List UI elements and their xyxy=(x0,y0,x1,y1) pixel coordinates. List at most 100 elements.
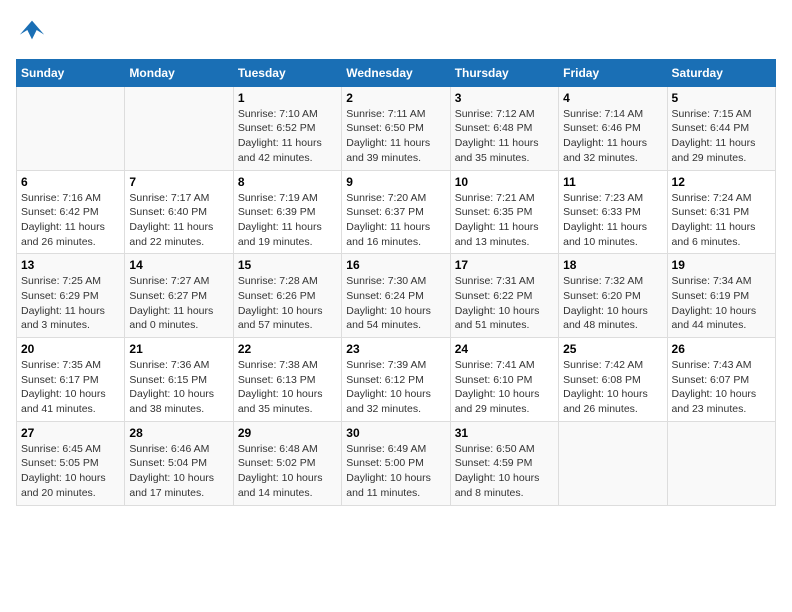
weekday-header-saturday: Saturday xyxy=(667,59,775,86)
day-number: 22 xyxy=(238,342,337,356)
calendar-cell: 19 Sunrise: 7:34 AM Sunset: 6:19 PM Dayli… xyxy=(667,254,775,338)
calendar-cell: 9 Sunrise: 7:20 AM Sunset: 6:37 PM Daylig… xyxy=(342,170,450,254)
day-number: 13 xyxy=(21,258,120,272)
day-number: 2 xyxy=(346,91,445,105)
day-number: 4 xyxy=(563,91,662,105)
day-number: 10 xyxy=(455,175,554,189)
calendar-cell: 4 Sunrise: 7:14 AM Sunset: 6:46 PM Daylig… xyxy=(559,86,667,170)
calendar-week-3: 13 Sunrise: 7:25 AM Sunset: 6:29 PM Dayli… xyxy=(17,254,776,338)
calendar-cell: 25 Sunrise: 7:42 AM Sunset: 6:08 PM Dayli… xyxy=(559,338,667,422)
day-info: Sunrise: 7:34 AM Sunset: 6:19 PM Dayligh… xyxy=(672,274,771,333)
page-header xyxy=(16,16,776,49)
day-info: Sunrise: 7:32 AM Sunset: 6:20 PM Dayligh… xyxy=(563,274,662,333)
weekday-header-monday: Monday xyxy=(125,59,233,86)
day-number: 30 xyxy=(346,426,445,440)
day-number: 27 xyxy=(21,426,120,440)
calendar-cell: 5Sunrise: 7:15 AM Sunset: 6:44 PM Daylig… xyxy=(667,86,775,170)
day-number: 6 xyxy=(21,175,120,189)
day-info: Sunrise: 7:25 AM Sunset: 6:29 PM Dayligh… xyxy=(21,274,120,333)
day-number: 25 xyxy=(563,342,662,356)
weekday-header-wednesday: Wednesday xyxy=(342,59,450,86)
day-number: 20 xyxy=(21,342,120,356)
day-number: 14 xyxy=(129,258,228,272)
calendar-cell: 15 Sunrise: 7:28 AM Sunset: 6:26 PM Dayli… xyxy=(233,254,341,338)
calendar-week-2: 6 Sunrise: 7:16 AM Sunset: 6:42 PM Daylig… xyxy=(17,170,776,254)
weekday-header-row: SundayMondayTuesdayWednesdayThursdayFrid… xyxy=(17,59,776,86)
day-number: 21 xyxy=(129,342,228,356)
weekday-header-friday: Friday xyxy=(559,59,667,86)
weekday-header-tuesday: Tuesday xyxy=(233,59,341,86)
day-number: 5 xyxy=(672,91,771,105)
calendar-cell: 22Sunrise: 7:38 AM Sunset: 6:13 PM Dayli… xyxy=(233,338,341,422)
calendar-cell: 7 Sunrise: 7:17 AM Sunset: 6:40 PM Daylig… xyxy=(125,170,233,254)
day-number: 23 xyxy=(346,342,445,356)
day-info: Sunrise: 7:17 AM Sunset: 6:40 PM Dayligh… xyxy=(129,191,228,250)
day-number: 29 xyxy=(238,426,337,440)
day-number: 3 xyxy=(455,91,554,105)
day-info: Sunrise: 7:21 AM Sunset: 6:35 PM Dayligh… xyxy=(455,191,554,250)
calendar-cell: 20 Sunrise: 7:35 AM Sunset: 6:17 PM Dayli… xyxy=(17,338,125,422)
calendar-cell: 27Sunrise: 6:45 AM Sunset: 5:05 PM Dayli… xyxy=(17,421,125,505)
day-number: 12 xyxy=(672,175,771,189)
day-number: 31 xyxy=(455,426,554,440)
calendar-table: SundayMondayTuesdayWednesdayThursdayFrid… xyxy=(16,59,776,506)
calendar-cell: 8Sunrise: 7:19 AM Sunset: 6:39 PM Daylig… xyxy=(233,170,341,254)
calendar-cell: 21Sunrise: 7:36 AM Sunset: 6:15 PM Dayli… xyxy=(125,338,233,422)
calendar-cell xyxy=(559,421,667,505)
day-info: Sunrise: 7:11 AM Sunset: 6:50 PM Dayligh… xyxy=(346,107,445,166)
day-number: 7 xyxy=(129,175,228,189)
day-info: Sunrise: 7:19 AM Sunset: 6:39 PM Dayligh… xyxy=(238,191,337,250)
calendar-cell: 3 Sunrise: 7:12 AM Sunset: 6:48 PM Daylig… xyxy=(450,86,558,170)
calendar-week-4: 20 Sunrise: 7:35 AM Sunset: 6:17 PM Dayli… xyxy=(17,338,776,422)
calendar-cell: 17 Sunrise: 7:31 AM Sunset: 6:22 PM Dayli… xyxy=(450,254,558,338)
calendar-cell: 29 Sunrise: 6:48 AM Sunset: 5:02 PM Dayli… xyxy=(233,421,341,505)
calendar-cell: 1 Sunrise: 7:10 AM Sunset: 6:52 PM Daylig… xyxy=(233,86,341,170)
calendar-cell: 11Sunrise: 7:23 AM Sunset: 6:33 PM Dayli… xyxy=(559,170,667,254)
day-info: Sunrise: 7:14 AM Sunset: 6:46 PM Dayligh… xyxy=(563,107,662,166)
day-info: Sunrise: 7:28 AM Sunset: 6:26 PM Dayligh… xyxy=(238,274,337,333)
day-info: Sunrise: 7:42 AM Sunset: 6:08 PM Dayligh… xyxy=(563,358,662,417)
day-number: 19 xyxy=(672,258,771,272)
calendar-cell: 30 Sunrise: 6:49 AM Sunset: 5:00 PM Dayli… xyxy=(342,421,450,505)
day-info: Sunrise: 7:23 AM Sunset: 6:33 PM Dayligh… xyxy=(563,191,662,250)
day-number: 16 xyxy=(346,258,445,272)
logo xyxy=(16,16,46,49)
calendar-cell: 24Sunrise: 7:41 AM Sunset: 6:10 PM Dayli… xyxy=(450,338,558,422)
calendar-cell: 13 Sunrise: 7:25 AM Sunset: 6:29 PM Dayli… xyxy=(17,254,125,338)
logo-bird-icon xyxy=(18,16,46,44)
day-info: Sunrise: 7:31 AM Sunset: 6:22 PM Dayligh… xyxy=(455,274,554,333)
calendar-week-5: 27Sunrise: 6:45 AM Sunset: 5:05 PM Dayli… xyxy=(17,421,776,505)
calendar-cell: 10 Sunrise: 7:21 AM Sunset: 6:35 PM Dayli… xyxy=(450,170,558,254)
calendar-cell: 31Sunrise: 6:50 AM Sunset: 4:59 PM Dayli… xyxy=(450,421,558,505)
day-number: 9 xyxy=(346,175,445,189)
day-info: Sunrise: 6:46 AM Sunset: 5:04 PM Dayligh… xyxy=(129,442,228,501)
day-info: Sunrise: 7:43 AM Sunset: 6:07 PM Dayligh… xyxy=(672,358,771,417)
day-info: Sunrise: 7:35 AM Sunset: 6:17 PM Dayligh… xyxy=(21,358,120,417)
calendar-cell xyxy=(125,86,233,170)
day-number: 1 xyxy=(238,91,337,105)
weekday-header-thursday: Thursday xyxy=(450,59,558,86)
day-info: Sunrise: 7:10 AM Sunset: 6:52 PM Dayligh… xyxy=(238,107,337,166)
calendar-cell: 23 Sunrise: 7:39 AM Sunset: 6:12 PM Dayli… xyxy=(342,338,450,422)
day-info: Sunrise: 7:12 AM Sunset: 6:48 PM Dayligh… xyxy=(455,107,554,166)
calendar-cell: 16 Sunrise: 7:30 AM Sunset: 6:24 PM Dayli… xyxy=(342,254,450,338)
calendar-cell: 28 Sunrise: 6:46 AM Sunset: 5:04 PM Dayli… xyxy=(125,421,233,505)
day-info: Sunrise: 6:48 AM Sunset: 5:02 PM Dayligh… xyxy=(238,442,337,501)
day-info: Sunrise: 7:41 AM Sunset: 6:10 PM Dayligh… xyxy=(455,358,554,417)
day-info: Sunrise: 6:49 AM Sunset: 5:00 PM Dayligh… xyxy=(346,442,445,501)
logo-text xyxy=(16,16,46,49)
day-info: Sunrise: 7:30 AM Sunset: 6:24 PM Dayligh… xyxy=(346,274,445,333)
day-info: Sunrise: 7:20 AM Sunset: 6:37 PM Dayligh… xyxy=(346,191,445,250)
day-number: 18 xyxy=(563,258,662,272)
calendar-cell: 26 Sunrise: 7:43 AM Sunset: 6:07 PM Dayli… xyxy=(667,338,775,422)
day-number: 15 xyxy=(238,258,337,272)
calendar-cell: 12Sunrise: 7:24 AM Sunset: 6:31 PM Dayli… xyxy=(667,170,775,254)
calendar-cell: 2 Sunrise: 7:11 AM Sunset: 6:50 PM Daylig… xyxy=(342,86,450,170)
day-number: 28 xyxy=(129,426,228,440)
day-info: Sunrise: 7:39 AM Sunset: 6:12 PM Dayligh… xyxy=(346,358,445,417)
day-number: 26 xyxy=(672,342,771,356)
day-info: Sunrise: 7:16 AM Sunset: 6:42 PM Dayligh… xyxy=(21,191,120,250)
calendar-cell xyxy=(17,86,125,170)
weekday-header-sunday: Sunday xyxy=(17,59,125,86)
day-number: 17 xyxy=(455,258,554,272)
